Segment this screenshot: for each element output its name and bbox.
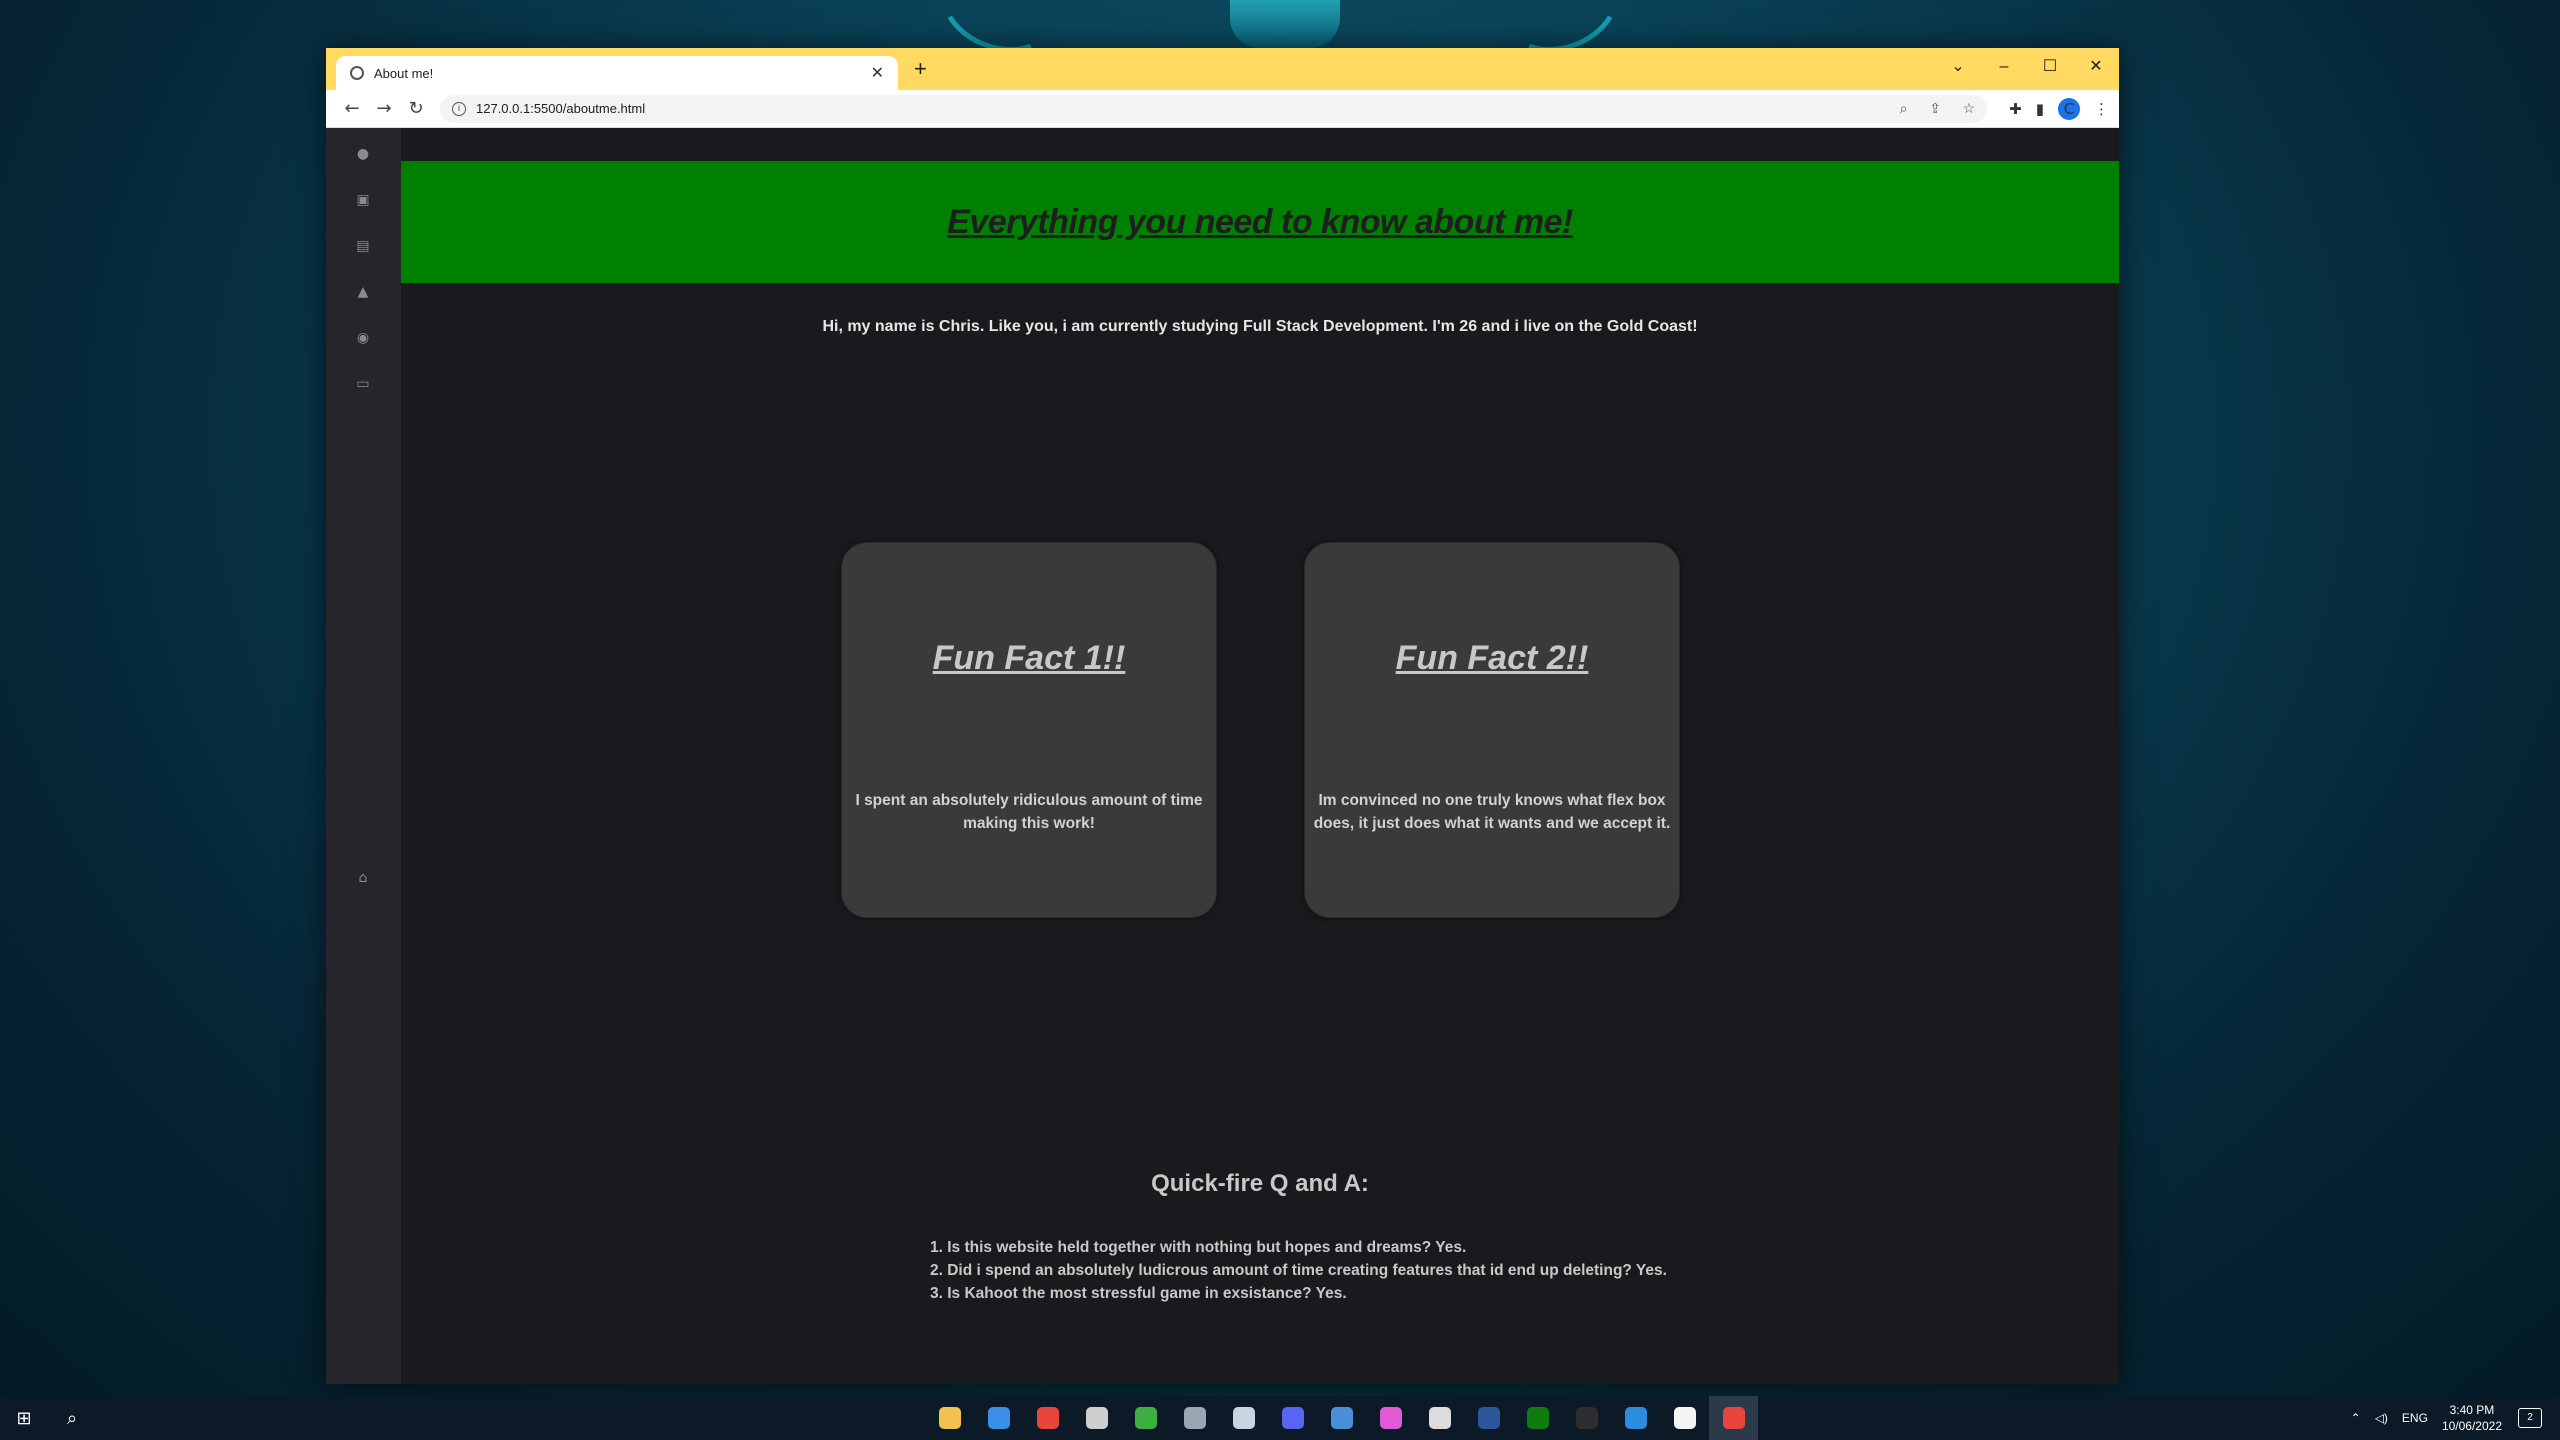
browser-titlebar: About me! ✕ + ⌄ – ☐ ✕ (326, 48, 2119, 90)
fun-fact-card-1: Fun Fact 1!! I spent an absolutely ridic… (841, 542, 1217, 918)
volume-icon[interactable]: ◁) (2375, 1411, 2388, 1425)
globe-icon (350, 66, 364, 80)
app-gray-icon (1183, 1407, 1206, 1429)
word-icon (1477, 1407, 1500, 1429)
close-window-button[interactable]: ✕ (2073, 48, 2119, 90)
clock-date: 10/06/2022 (2441, 1419, 2502, 1433)
menu-kebab-icon[interactable]: ⋮ (2094, 100, 2109, 118)
itunes-icon (1379, 1407, 1402, 1429)
terminal-icon (1575, 1407, 1598, 1429)
minimize-button[interactable]: – (1981, 48, 2027, 90)
taskbar-app-chrome-active[interactable] (1709, 1396, 1758, 1440)
sidebar: ● ▣ ▤ ▲ ◉ ▭ ⌂ (326, 128, 401, 1384)
discord-icon (1281, 1407, 1304, 1429)
list-item: 3. Is Kahoot the most stressful game in … (930, 1285, 1347, 1302)
forward-icon[interactable]: → (368, 98, 400, 119)
chrome-icon (1036, 1407, 1059, 1429)
language-indicator[interactable]: ENG (2402, 1411, 2428, 1425)
browser-tab[interactable]: About me! ✕ (336, 56, 898, 90)
clock[interactable]: 3:40 PM 10/06/2022 (2442, 1402, 2502, 1434)
taskbar-app-app-face[interactable] (1660, 1396, 1709, 1440)
search-icon[interactable]: ⌕ (48, 1408, 96, 1429)
maximize-button[interactable]: ☐ (2027, 48, 2073, 90)
app-face-icon (1673, 1407, 1696, 1429)
fun-fact-card-2: Fun Fact 2!! Im convinced no one truly k… (1304, 542, 1680, 918)
taskbar-app-word[interactable] (1464, 1396, 1513, 1440)
list-item: 2. Did i spend an absolutely ludicrous a… (930, 1262, 1667, 1279)
home-icon[interactable]: ⌂ (353, 868, 373, 888)
intro-text: Hi, my name is Chris. Like you, i am cur… (822, 318, 1698, 335)
address-bar[interactable]: i 127.0.0.1:5500/aboutme.html ⌕ ⇪ ☆ (440, 94, 1988, 123)
card-text: Im convinced no one truly knows what fle… (1313, 792, 1671, 832)
url-text[interactable]: 127.0.0.1:5500/aboutme.html (476, 101, 1882, 116)
github-icon[interactable]: ● (353, 144, 373, 164)
tab-title: About me! (374, 65, 434, 81)
taskbar-app-mail[interactable] (974, 1396, 1023, 1440)
taskbar-apps (925, 1396, 1758, 1440)
profile-avatar[interactable]: C (2058, 97, 2080, 120)
xbox-green-icon (1134, 1407, 1157, 1429)
list-item: 1. Is this website held together with no… (930, 1239, 1467, 1256)
browser-window: About me! ✕ + ⌄ – ☐ ✕ ← → ↻ i 127.0.0.1:… (326, 48, 2119, 1384)
bookmark-star-icon[interactable]: ☆ (1963, 100, 1976, 116)
taskbar-app-app-gray[interactable] (1170, 1396, 1219, 1440)
qa-heading: Quick-fire Q and A: (1151, 1170, 1369, 1197)
taskbar-app-steam[interactable] (1219, 1396, 1268, 1440)
linkedin-icon[interactable]: ▣ (353, 190, 373, 210)
taskbar: ⊞ ⌕ ⌃ ◁) ENG 3:40 PM 10/06/2022 2 (0, 1396, 2560, 1440)
extensions-icon[interactable]: ✚ (2009, 100, 2022, 118)
app-cloud-icon (1428, 1407, 1451, 1429)
window-controls: ⌄ – ☐ ✕ (1935, 48, 2119, 90)
xbox-icon (1526, 1407, 1549, 1429)
mail-icon (987, 1407, 1010, 1429)
laptop-icon[interactable]: ▭ (353, 374, 373, 394)
taskbar-app-discord[interactable] (1268, 1396, 1317, 1440)
side-panel-icon[interactable]: ▮ (2036, 100, 2044, 118)
vscode-icon (1624, 1407, 1647, 1429)
chrome-active-icon (1722, 1407, 1745, 1429)
file-explorer-icon (938, 1407, 961, 1429)
reload-icon[interactable]: ↻ (400, 98, 432, 119)
site-info-icon[interactable]: i (452, 101, 466, 116)
close-tab-icon[interactable]: ✕ (871, 63, 884, 83)
taskbar-app-xbox[interactable] (1513, 1396, 1562, 1440)
browser-toolbar: ← → ↻ i 127.0.0.1:5500/aboutme.html ⌕ ⇪ … (326, 90, 2119, 128)
back-icon[interactable]: ← (336, 98, 368, 119)
windows-start-icon[interactable]: ⊞ (0, 1408, 48, 1429)
zoom-icon[interactable]: ⌕ (1900, 100, 1908, 116)
taskbar-app-itunes[interactable] (1366, 1396, 1415, 1440)
tab-search-icon[interactable]: ⌄ (1935, 48, 1981, 90)
card-text: I spent an absolutely ridiculous amount … (855, 792, 1203, 832)
share-icon[interactable]: ⇪ (1929, 100, 1941, 116)
app-blue-icon (1330, 1407, 1353, 1429)
taskbar-app-file-explorer[interactable] (925, 1396, 974, 1440)
document-icon[interactable]: ▤ (353, 236, 373, 256)
notification-icon[interactable]: 2 (2518, 1408, 2542, 1428)
card-title: Fun Fact 1!! (932, 639, 1126, 677)
taskbar-app-vscode[interactable] (1611, 1396, 1660, 1440)
system-tray: ⌃ ◁) ENG 3:40 PM 10/06/2022 2 (2351, 1396, 2560, 1440)
taskbar-app-app-cloud[interactable] (1415, 1396, 1464, 1440)
bell-icon[interactable]: ▲ (353, 282, 373, 302)
qa-list: 1. Is this website held together with no… (930, 1236, 1667, 1305)
page-banner: Everything you need to know about me! (401, 161, 2119, 283)
page-title: Everything you need to know about me! (947, 202, 1573, 241)
new-tab-button[interactable]: + (914, 56, 927, 82)
steam-icon (1232, 1407, 1255, 1429)
steam-icon[interactable]: ◉ (353, 328, 373, 348)
page-content: ● ▣ ▤ ▲ ◉ ▭ ⌂ Everything you need to kno… (326, 128, 2119, 1384)
taskbar-app-chrome-alt[interactable] (1072, 1396, 1121, 1440)
taskbar-app-xbox-green[interactable] (1121, 1396, 1170, 1440)
taskbar-app-terminal[interactable] (1562, 1396, 1611, 1440)
taskbar-app-app-blue[interactable] (1317, 1396, 1366, 1440)
clock-time: 3:40 PM (2449, 1403, 2495, 1417)
card-title: Fun Fact 2!! (1395, 639, 1589, 677)
taskbar-app-chrome[interactable] (1023, 1396, 1072, 1440)
chrome-alt-icon (1085, 1407, 1108, 1429)
chevron-up-icon[interactable]: ⌃ (2351, 1411, 2361, 1425)
